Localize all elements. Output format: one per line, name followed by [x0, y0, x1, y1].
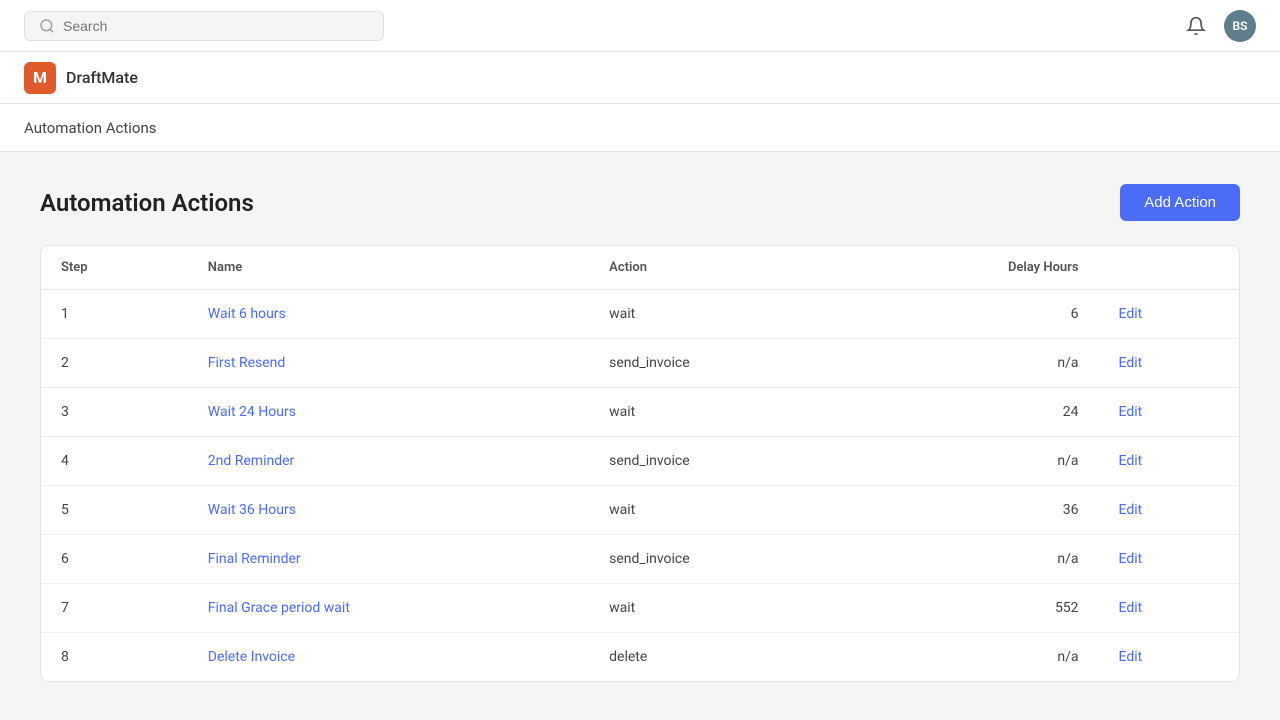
edit-link[interactable]: Edit [1119, 649, 1143, 665]
cell-delay-hours: n/a [855, 535, 1099, 584]
cell-edit: Edit [1099, 388, 1239, 437]
cell-delay-hours: n/a [855, 437, 1099, 486]
cell-step: 2 [41, 339, 188, 388]
name-link[interactable]: Delete Invoice [208, 649, 295, 665]
cell-name: Delete Invoice [188, 633, 589, 682]
cell-name: Final Reminder [188, 535, 589, 584]
cell-step: 8 [41, 633, 188, 682]
cell-delay-hours: 6 [855, 290, 1099, 339]
navbar: BS [0, 0, 1280, 52]
name-link[interactable]: Final Grace period wait [208, 600, 350, 616]
notification-bell-icon[interactable] [1184, 14, 1208, 38]
cell-step: 7 [41, 584, 188, 633]
edit-link[interactable]: Edit [1119, 502, 1143, 518]
search-icon [39, 18, 55, 34]
cell-delay-hours: n/a [855, 633, 1099, 682]
cell-delay-hours: 552 [855, 584, 1099, 633]
automation-actions-table: Step Name Action Delay Hours 1 Wait 6 ho… [41, 246, 1239, 681]
cell-action: send_invoice [589, 535, 855, 584]
cell-action: wait [589, 486, 855, 535]
table-row: 3 Wait 24 Hours wait 24 Edit [41, 388, 1239, 437]
cell-name: Wait 6 hours [188, 290, 589, 339]
cell-step: 1 [41, 290, 188, 339]
cell-action: wait [589, 290, 855, 339]
breadcrumb-bar: Automation Actions [0, 104, 1280, 152]
cell-edit: Edit [1099, 437, 1239, 486]
breadcrumb: Automation Actions [24, 119, 157, 137]
column-header-action: Action [589, 246, 855, 290]
table-row: 2 First Resend send_invoice n/a Edit [41, 339, 1239, 388]
navbar-right: BS [1184, 10, 1256, 42]
brand-name: DraftMate [66, 68, 138, 87]
column-header-step: Step [41, 246, 188, 290]
cell-step: 4 [41, 437, 188, 486]
cell-delay-hours: 24 [855, 388, 1099, 437]
add-action-button[interactable]: Add Action [1120, 184, 1240, 221]
cell-edit: Edit [1099, 290, 1239, 339]
edit-link[interactable]: Edit [1119, 355, 1143, 371]
cell-name: Final Grace period wait [188, 584, 589, 633]
search-container [24, 11, 384, 41]
brand-logo: M [24, 62, 56, 94]
cell-name: 2nd Reminder [188, 437, 589, 486]
cell-edit: Edit [1099, 339, 1239, 388]
cell-action: wait [589, 388, 855, 437]
cell-delay-hours: n/a [855, 339, 1099, 388]
cell-step: 5 [41, 486, 188, 535]
table-container: Step Name Action Delay Hours 1 Wait 6 ho… [40, 245, 1240, 682]
cell-action: send_invoice [589, 339, 855, 388]
name-link[interactable]: Wait 6 hours [208, 306, 286, 322]
table-row: 8 Delete Invoice delete n/a Edit [41, 633, 1239, 682]
cell-edit: Edit [1099, 535, 1239, 584]
name-link[interactable]: 2nd Reminder [208, 453, 295, 469]
table-header-row: Step Name Action Delay Hours [41, 246, 1239, 290]
cell-action: wait [589, 584, 855, 633]
cell-edit: Edit [1099, 633, 1239, 682]
cell-delay-hours: 36 [855, 486, 1099, 535]
edit-link[interactable]: Edit [1119, 453, 1143, 469]
column-header-delay-hours: Delay Hours [855, 246, 1099, 290]
cell-edit: Edit [1099, 486, 1239, 535]
edit-link[interactable]: Edit [1119, 404, 1143, 420]
brand-bar: M DraftMate [0, 52, 1280, 104]
edit-link[interactable]: Edit [1119, 306, 1143, 322]
cell-action: send_invoice [589, 437, 855, 486]
table-row: 7 Final Grace period wait wait 552 Edit [41, 584, 1239, 633]
name-link[interactable]: Final Reminder [208, 551, 301, 567]
cell-name: First Resend [188, 339, 589, 388]
table-row: 6 Final Reminder send_invoice n/a Edit [41, 535, 1239, 584]
cell-name: Wait 36 Hours [188, 486, 589, 535]
name-link[interactable]: First Resend [208, 355, 286, 371]
content-header: Automation Actions Add Action [40, 184, 1240, 221]
column-header-edit-actions [1099, 246, 1239, 290]
cell-step: 6 [41, 535, 188, 584]
cell-name: Wait 24 Hours [188, 388, 589, 437]
table-row: 4 2nd Reminder send_invoice n/a Edit [41, 437, 1239, 486]
column-header-name: Name [188, 246, 589, 290]
edit-link[interactable]: Edit [1119, 551, 1143, 567]
avatar[interactable]: BS [1224, 10, 1256, 42]
cell-step: 3 [41, 388, 188, 437]
table-row: 1 Wait 6 hours wait 6 Edit [41, 290, 1239, 339]
main-content: Automation Actions Add Action Step Name … [0, 152, 1280, 714]
edit-link[interactable]: Edit [1119, 600, 1143, 616]
cell-edit: Edit [1099, 584, 1239, 633]
name-link[interactable]: Wait 36 Hours [208, 502, 296, 518]
cell-action: delete [589, 633, 855, 682]
page-title: Automation Actions [40, 189, 254, 217]
table-row: 5 Wait 36 Hours wait 36 Edit [41, 486, 1239, 535]
name-link[interactable]: Wait 24 Hours [208, 404, 296, 420]
search-input[interactable] [63, 18, 369, 34]
